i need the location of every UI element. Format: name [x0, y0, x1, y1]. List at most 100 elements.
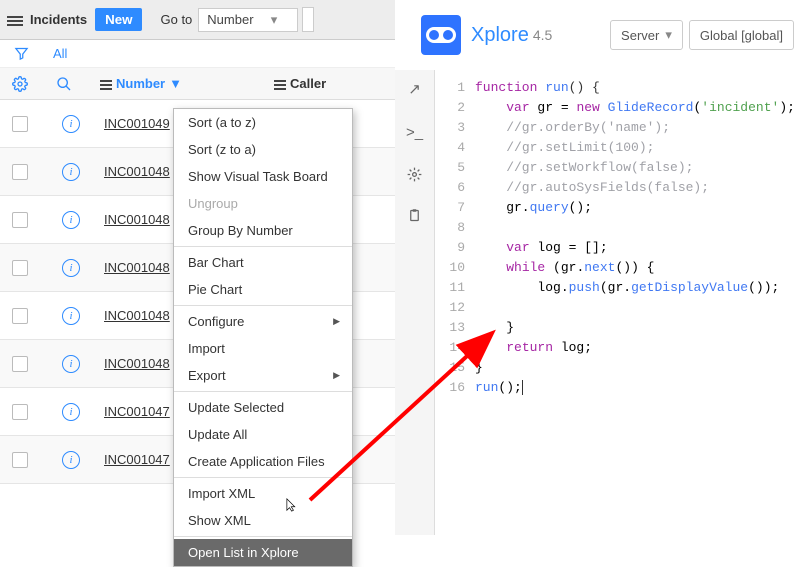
menu-item-label: Sort (a to z) [188, 115, 256, 130]
column-header-caller[interactable]: Caller [274, 76, 326, 91]
column-header-row: Number ▼ Caller [0, 68, 395, 100]
menu-item-label: Sort (z to a) [188, 142, 256, 157]
terminal-icon[interactable]: >_ [406, 124, 423, 141]
row-checkbox[interactable] [12, 212, 28, 228]
xplore-logo [421, 15, 461, 55]
info-icon[interactable]: i [62, 211, 80, 229]
menu-item[interactable]: Pie Chart [174, 276, 352, 303]
menu-item-label: Import XML [188, 486, 255, 501]
editor-sidebar: ↗ >_ [395, 70, 435, 535]
filter-all-label[interactable]: All [53, 46, 67, 61]
menu-item[interactable]: Configure▶ [174, 308, 352, 335]
menu-item[interactable]: Sort (z to a) [174, 136, 352, 163]
row-number-link[interactable]: INC001048 [104, 164, 170, 179]
menu-item[interactable]: Show Visual Task Board [174, 163, 352, 190]
row-number-link[interactable]: INC001048 [104, 212, 170, 227]
editor-area: ↗ >_ 12345678910111213141516 function ru… [395, 70, 800, 535]
new-button[interactable]: New [95, 8, 142, 31]
menu-item[interactable]: Import XML [174, 480, 352, 507]
goto-select[interactable]: Number ▾ [198, 8, 298, 32]
menu-item[interactable]: Export ▶ [174, 362, 352, 389]
menu-item-label: Configure [188, 314, 244, 329]
info-icon[interactable]: i [62, 259, 80, 277]
row-number-link[interactable]: INC001049 [104, 116, 170, 131]
xplore-pane: Xplore 4.5 Server ▾ Global [global] ↗ >_… [395, 0, 800, 535]
info-icon[interactable]: i [62, 163, 80, 181]
info-icon[interactable]: i [62, 403, 80, 421]
global-select-value: Global [global] [700, 28, 783, 43]
xplore-header: Xplore 4.5 Server ▾ Global [global] [395, 0, 800, 70]
scope-select[interactable]: Server ▾ [610, 20, 683, 50]
goto-label: Go to [160, 12, 192, 27]
list-menu-icon[interactable] [6, 11, 24, 29]
line-number: 4 [435, 138, 465, 158]
menu-item[interactable]: Create Application Files [174, 448, 352, 475]
info-icon[interactable]: i [62, 307, 80, 325]
search-icon[interactable] [56, 76, 72, 92]
menu-item: Ungroup [174, 190, 352, 217]
gear-icon[interactable] [12, 76, 28, 92]
code-editor[interactable]: 12345678910111213141516 function run() {… [435, 70, 800, 535]
sort-down-icon: ▼ [169, 76, 182, 91]
incidents-pane: Incidents New Go to Number ▾ All Number … [0, 0, 395, 535]
menu-item[interactable]: Bar Chart [174, 249, 352, 276]
row-number-link[interactable]: INC001048 [104, 260, 170, 275]
menu-item-label: Show XML [188, 513, 251, 528]
menu-item[interactable]: Show XML [174, 507, 352, 534]
line-number: 8 [435, 218, 465, 238]
menu-item[interactable]: Open List in Xplore [174, 539, 352, 566]
row-checkbox[interactable] [12, 116, 28, 132]
code-content[interactable]: function run() { var gr = new GlideRecor… [475, 78, 800, 535]
line-number: 6 [435, 178, 465, 198]
menu-separator [174, 246, 352, 247]
menu-separator [174, 391, 352, 392]
menu-item-label: Export [188, 368, 226, 383]
xplore-title: Xplore [471, 24, 529, 47]
popout-icon[interactable]: ↗ [408, 80, 421, 98]
menu-item[interactable]: Update Selected [174, 394, 352, 421]
goto-search-input[interactable] [302, 7, 314, 32]
menu-item-label: Update Selected [188, 400, 284, 415]
column-context-menu[interactable]: Sort (a to z) Sort (z to a) Show Visual Ta… [173, 108, 353, 567]
info-icon[interactable]: i [62, 115, 80, 133]
row-number-link[interactable]: INC001048 [104, 308, 170, 323]
line-gutter: 12345678910111213141516 [435, 78, 475, 535]
column-header-number[interactable]: Number ▼ [100, 76, 182, 91]
clipboard-icon[interactable] [407, 208, 422, 223]
filter-icon[interactable] [14, 46, 29, 61]
menu-item-label: Bar Chart [188, 255, 244, 270]
row-checkbox[interactable] [12, 356, 28, 372]
row-checkbox[interactable] [12, 260, 28, 276]
scope-select-value: Server [621, 28, 659, 43]
chevron-down-icon: ▾ [665, 27, 672, 43]
menu-item[interactable]: Sort (a to z) [174, 109, 352, 136]
caller-header-text: Caller [290, 76, 326, 91]
global-select[interactable]: Global [global] [689, 20, 794, 50]
menu-item-label: Import [188, 341, 225, 356]
menu-item[interactable]: Import [174, 335, 352, 362]
info-icon[interactable]: i [62, 355, 80, 373]
incidents-header: Incidents New Go to Number ▾ [0, 0, 395, 40]
line-number: 10 [435, 258, 465, 278]
menu-separator [174, 536, 352, 537]
filter-bar: All [0, 40, 395, 68]
line-number: 3 [435, 118, 465, 138]
row-checkbox[interactable] [12, 308, 28, 324]
menu-item[interactable]: Update All [174, 421, 352, 448]
menu-item-label: Ungroup [188, 196, 238, 211]
row-number-link[interactable]: INC001047 [104, 452, 170, 467]
line-number: 9 [435, 238, 465, 258]
line-number: 13 [435, 318, 465, 338]
submenu-arrow-icon: ▶ [333, 370, 340, 381]
row-number-link[interactable]: INC001047 [104, 404, 170, 419]
row-number-link[interactable]: INC001048 [104, 356, 170, 371]
line-number: 14 [435, 338, 465, 358]
info-icon[interactable]: i [62, 451, 80, 469]
row-checkbox[interactable] [12, 164, 28, 180]
settings-icon[interactable] [407, 167, 422, 182]
line-number: 7 [435, 198, 465, 218]
menu-item[interactable]: Group By Number [174, 217, 352, 244]
row-checkbox[interactable] [12, 452, 28, 468]
row-checkbox[interactable] [12, 404, 28, 420]
menu-item-label: Show Visual Task Board [188, 169, 328, 184]
